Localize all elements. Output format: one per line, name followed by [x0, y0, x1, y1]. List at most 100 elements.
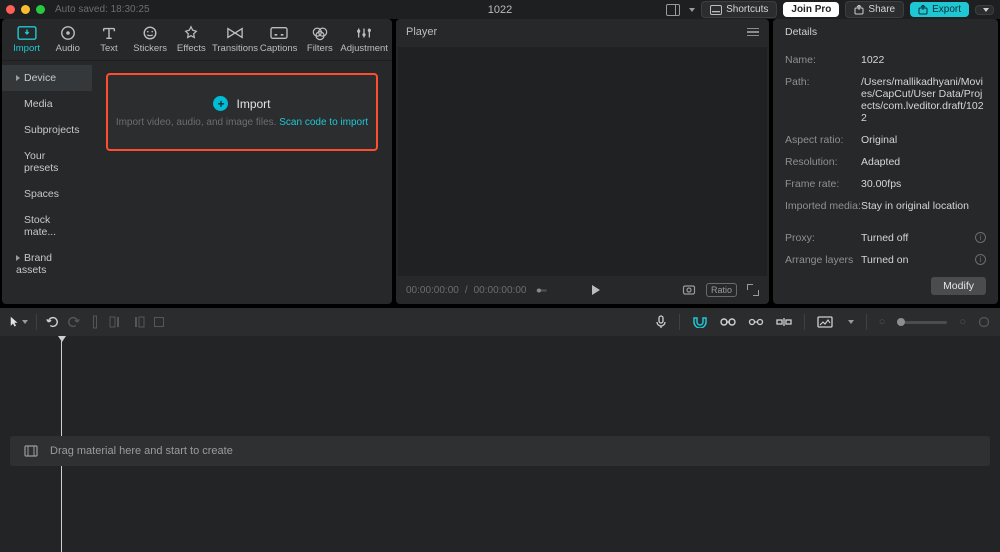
tab-audio-label: Audio [56, 43, 80, 54]
share-label: Share [868, 4, 895, 15]
tab-audio[interactable]: Audio [47, 23, 88, 56]
import-hint: Import video, audio, and image files. Sc… [116, 117, 368, 128]
import-icon [16, 25, 38, 41]
fullscreen-icon[interactable] [747, 284, 759, 296]
sidenav-brand-label: Brand assets [16, 252, 52, 276]
audio-icon [57, 25, 79, 41]
effects-icon [180, 25, 202, 41]
player-menu-icon[interactable] [747, 28, 759, 37]
preview-axis-button[interactable] [748, 316, 764, 328]
tab-transitions-label: Transitions [212, 43, 258, 54]
sidenav-device[interactable]: Device [2, 65, 92, 91]
sidenav-presets[interactable]: Your presets [2, 143, 92, 181]
linkage-button[interactable] [720, 316, 736, 328]
layout-chevron-icon[interactable] [689, 8, 695, 12]
tab-filters[interactable]: Filters [299, 23, 340, 56]
timeline-toolbar: ○ ○ [0, 308, 1000, 336]
info-icon[interactable]: i [975, 254, 986, 265]
info-icon[interactable]: i [975, 232, 986, 243]
share-icon [854, 5, 864, 15]
minimize-window-icon[interactable] [21, 5, 30, 14]
play-button[interactable] [592, 285, 600, 295]
cover-button[interactable] [817, 316, 833, 328]
window-controls [6, 5, 45, 14]
tab-adjustment[interactable]: Adjustment [340, 23, 388, 56]
keyboard-icon [710, 5, 722, 15]
tab-captions-label: Captions [260, 43, 298, 54]
tab-effects[interactable]: Effects [171, 23, 212, 56]
track-insert-button[interactable] [776, 316, 792, 328]
select-tool[interactable] [10, 316, 28, 328]
mic-button[interactable] [655, 315, 667, 329]
sidenav-stock[interactable]: Stock mate... [2, 207, 92, 245]
timecode-sep: / [465, 285, 468, 296]
sidenav-spaces-label: Spaces [24, 188, 59, 200]
film-icon [24, 445, 38, 457]
player-viewport[interactable] [398, 47, 767, 276]
tab-filters-label: Filters [307, 43, 333, 54]
join-pro-button[interactable]: Join Pro [783, 2, 839, 17]
split-tool[interactable] [89, 315, 101, 329]
sidenav-subprojects-label: Subprojects [24, 124, 79, 136]
plus-circle-icon: + [213, 96, 228, 111]
import-dropzone[interactable]: + Import Import video, audio, and image … [106, 73, 378, 151]
delete-right-tool[interactable] [131, 315, 145, 329]
timeline-dropzone[interactable]: Drag material here and start to create [10, 436, 990, 466]
captions-icon [268, 25, 290, 41]
snapshot-icon[interactable] [682, 283, 696, 297]
redo-button[interactable] [67, 315, 81, 329]
undo-button[interactable] [45, 315, 59, 329]
tab-transitions[interactable]: Transitions [212, 23, 258, 56]
autosave-status: Auto saved: 18:30:25 [55, 4, 150, 15]
sidenav-brand[interactable]: Brand assets [2, 245, 92, 283]
share-button[interactable]: Share [845, 1, 904, 18]
close-window-icon[interactable] [6, 5, 15, 14]
details-aspect-val: Original [861, 134, 986, 146]
zoom-out-button[interactable]: ○ [879, 316, 886, 328]
media-sidenav: Device Media Subprojects Your presets Sp… [2, 61, 92, 304]
tab-captions[interactable]: Captions [258, 23, 299, 56]
export-label: Export [932, 4, 961, 15]
ratio-button[interactable]: Ratio [706, 283, 737, 297]
tab-import[interactable]: Import [6, 23, 47, 56]
sidenav-stock-label: Stock mate... [24, 214, 56, 238]
zoom-fit-button[interactable] [978, 316, 990, 328]
modify-button[interactable]: Modify [931, 277, 986, 295]
scan-code-link[interactable]: Scan code to import [279, 117, 368, 128]
sidenav-spaces[interactable]: Spaces [2, 181, 92, 207]
divider [679, 314, 680, 330]
player-title: Player [406, 26, 437, 38]
details-imp-val: Stay in original location [861, 200, 986, 212]
magnet-button[interactable] [692, 316, 708, 328]
details-path-val: /Users/mallikadhyani/Movies/CapCut/User … [861, 76, 986, 124]
import-title: Import [236, 97, 270, 111]
shortcuts-button[interactable]: Shortcuts [701, 1, 777, 18]
divider [866, 314, 867, 330]
shortcuts-label: Shortcuts [726, 4, 768, 15]
export-options-button[interactable] [975, 5, 994, 15]
sidenav-media-label: Media [24, 98, 53, 110]
chevron-down-icon[interactable] [848, 320, 854, 324]
delete-left-tool[interactable] [109, 315, 123, 329]
delete-tool[interactable] [153, 316, 165, 328]
zoom-slider[interactable] [897, 321, 947, 324]
sidenav-subprojects[interactable]: Subprojects [2, 117, 92, 143]
zoom-slider-icon[interactable] [536, 285, 547, 296]
playhead-handle[interactable] [58, 336, 66, 342]
adjustment-icon [353, 25, 375, 41]
tab-text[interactable]: Text [88, 23, 129, 56]
filters-icon [309, 25, 331, 41]
maximize-window-icon[interactable] [36, 5, 45, 14]
layout-icon[interactable] [666, 4, 680, 16]
tab-text-label: Text [100, 43, 117, 54]
timeline-tracks-area[interactable]: Drag material here and start to create [0, 336, 1000, 552]
player-panel: Player 00:00:00:00 / 00:00:00:00 Ratio [396, 19, 769, 304]
details-fr-val: 30.00fps [861, 178, 986, 190]
zoom-in-button[interactable]: ○ [959, 316, 966, 328]
titlebar: Auto saved: 18:30:25 1022 Shortcuts Join… [0, 0, 1000, 19]
export-button[interactable]: Export [910, 2, 969, 17]
details-proxy-val: Turned off [861, 232, 975, 244]
tab-stickers[interactable]: Stickers [130, 23, 171, 56]
sidenav-presets-label: Your presets [24, 150, 58, 174]
sidenav-media[interactable]: Media [2, 91, 92, 117]
